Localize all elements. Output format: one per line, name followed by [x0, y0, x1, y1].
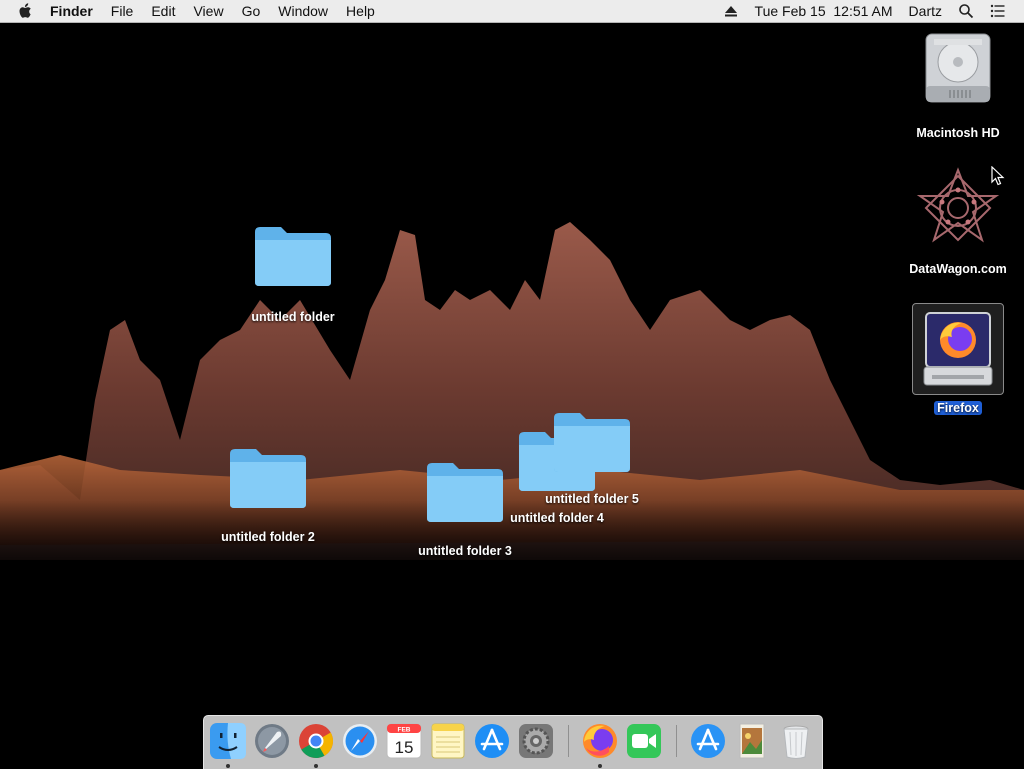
gear-icon	[519, 724, 553, 758]
dock-separator	[676, 725, 677, 757]
running-indicator	[226, 764, 230, 768]
desktop-icon-label: untitled folder 4	[510, 511, 604, 525]
spotlight-icon[interactable]	[958, 3, 974, 19]
dock-separator	[568, 725, 569, 757]
dock-item-app-store[interactable]	[473, 722, 511, 760]
datawagon-logo-icon	[916, 167, 1000, 243]
dock-item-facetime[interactable]	[625, 722, 663, 760]
dock-item-downloads-stack[interactable]	[689, 722, 727, 760]
dock-item-firefox[interactable]	[581, 722, 619, 760]
firefox-disk-image-icon	[923, 312, 993, 386]
dock-item-safari[interactable]	[341, 722, 379, 760]
dock-item-notes[interactable]	[429, 722, 467, 760]
dock-item-chrome[interactable]	[297, 722, 335, 760]
desktop-icon-label: untitled folder 2	[221, 530, 315, 544]
desktop-icon-label: untitled folder 5	[545, 492, 639, 506]
desktop-folder-5[interactable]: untitled folder 5	[532, 410, 652, 508]
menubar-user[interactable]: Dartz	[901, 0, 950, 22]
safari-compass-icon	[343, 724, 377, 758]
dock: FEB 15	[203, 715, 823, 769]
notes-icon	[431, 723, 465, 759]
running-indicator	[598, 764, 602, 768]
running-indicator	[314, 764, 318, 768]
desktop-icon-label: Macintosh HD	[916, 126, 1000, 140]
desktop-folder-1[interactable]: untitled folder	[233, 224, 353, 326]
mouse-cursor-icon	[991, 166, 1005, 186]
notification-center-icon[interactable]	[990, 3, 1006, 19]
app-store-download-icon	[691, 724, 725, 758]
calendar-month: FEB	[398, 727, 411, 734]
desktop-icon-label: Firefox	[934, 401, 982, 415]
dock-item-launchpad[interactable]	[253, 722, 291, 760]
folder-icon	[230, 449, 306, 508]
folder-icon	[427, 463, 503, 522]
menu-go[interactable]: Go	[233, 0, 270, 22]
folder-icon	[255, 227, 331, 286]
dock-item-calendar[interactable]: FEB 15	[385, 722, 423, 760]
eject-icon[interactable]	[723, 3, 739, 19]
desktop-folder-2[interactable]: untitled folder 2	[208, 446, 328, 546]
menubar-clock[interactable]: Tue Feb 15 12:51 AM	[747, 0, 901, 22]
menu-edit[interactable]: Edit	[142, 0, 184, 22]
desktop-icon-firefox-dmg[interactable]: Firefox	[903, 303, 1013, 417]
facetime-icon	[627, 724, 661, 758]
apple-icon[interactable]	[18, 2, 34, 20]
menu-app-finder[interactable]: Finder	[44, 0, 102, 22]
selection-box	[912, 303, 1004, 395]
hard-drive-icon	[925, 33, 991, 103]
menu-bar: Finder File Edit View Go Window Help Tue…	[0, 0, 1024, 22]
menu-view[interactable]: View	[184, 0, 232, 22]
calendar-icon: FEB 15	[386, 723, 422, 759]
launchpad-rocket-icon	[255, 724, 289, 758]
menu-window[interactable]: Window	[269, 0, 337, 22]
menu-file[interactable]: File	[102, 0, 143, 22]
desktop-wallpaper	[0, 0, 1024, 768]
desktop-icon-label: untitled folder	[251, 310, 335, 324]
calendar-day: 15	[395, 738, 414, 757]
folder-icon	[554, 413, 630, 472]
desktop-icon-macintosh-hd[interactable]: Macintosh HD	[903, 30, 1013, 142]
dock-item-trash[interactable]	[777, 722, 815, 760]
chrome-icon	[299, 724, 333, 758]
desktop-icon-label: DataWagon.com	[909, 262, 1007, 276]
menu-help[interactable]: Help	[337, 0, 384, 22]
desktop-icon-label: untitled folder 3	[418, 544, 512, 558]
finder-icon	[210, 723, 246, 759]
app-store-icon	[475, 724, 509, 758]
dock-item-finder[interactable]	[209, 722, 247, 760]
image-file-icon	[739, 723, 765, 759]
dock-item-system-preferences[interactable]	[517, 722, 555, 760]
dock-item-image-stack[interactable]	[733, 722, 771, 760]
trash-icon	[783, 725, 809, 759]
firefox-icon	[583, 724, 617, 758]
